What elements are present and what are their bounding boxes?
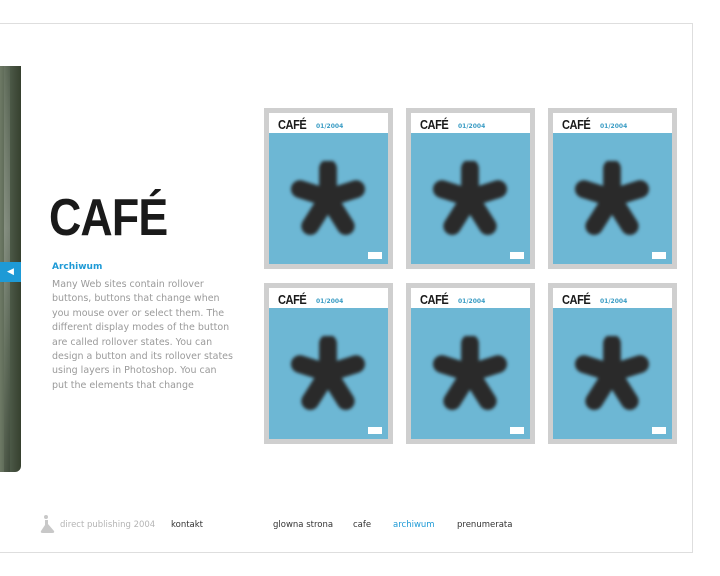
cover-item[interactable]: CAFÉ 01/2004	[406, 283, 535, 444]
cover-item[interactable]: CAFÉ 01/2004	[264, 283, 393, 444]
footer-nav-glowna-strona[interactable]: glowna strona	[273, 518, 333, 532]
cover-issue: 01/2004	[600, 123, 628, 130]
footer: direct publishing 2004 kontakt glowna st…	[0, 515, 720, 533]
cover-brand: CAFÉ	[420, 117, 449, 132]
cover-brand: CAFÉ	[562, 117, 591, 132]
cover-issue: 01/2004	[458, 123, 486, 130]
cover-issue: 01/2004	[316, 298, 344, 305]
arrow-left-icon: ◀	[7, 267, 14, 277]
asterisk-icon	[291, 336, 365, 410]
section-title: Archiwum	[52, 262, 103, 272]
asterisk-icon	[433, 161, 507, 235]
cover-issue: 01/2004	[458, 298, 486, 305]
cover-item[interactable]: CAFÉ 01/2004	[406, 108, 535, 269]
cover-brand: CAFÉ	[278, 117, 307, 132]
intro-text: Many Web sites contain rollover buttons,…	[52, 279, 233, 391]
asterisk-icon	[575, 336, 649, 410]
cover-brand: CAFÉ	[278, 292, 307, 307]
cover-issue: 01/2004	[316, 123, 344, 130]
footer-nav-cafe[interactable]: cafe	[353, 518, 371, 532]
flask-logo-icon	[40, 515, 55, 533]
footer-link-kontakt[interactable]: kontakt	[171, 518, 203, 532]
covers-grid: CAFÉ 01/2004 CAFÉ 01/2004 CAFÉ 01/2004 C…	[264, 108, 677, 444]
side-tab-button[interactable]: ◀	[0, 262, 21, 282]
cover-item[interactable]: CAFÉ 01/2004	[548, 283, 677, 444]
cover-issue: 01/2004	[600, 298, 628, 305]
cover-brand: CAFÉ	[420, 292, 449, 307]
asterisk-icon	[433, 336, 507, 410]
asterisk-icon	[575, 161, 649, 235]
footer-nav-prenumerata[interactable]: prenumerata	[457, 518, 512, 532]
cover-item[interactable]: CAFÉ 01/2004	[548, 108, 677, 269]
asterisk-icon	[291, 161, 365, 235]
cover-item[interactable]: CAFÉ 01/2004	[264, 108, 393, 269]
footer-copyright: direct publishing 2004	[60, 520, 156, 530]
footer-nav-archiwum[interactable]: archiwum	[393, 518, 435, 532]
cafe-logo: CAFÉ	[49, 189, 168, 247]
cover-brand: CAFÉ	[562, 292, 591, 307]
